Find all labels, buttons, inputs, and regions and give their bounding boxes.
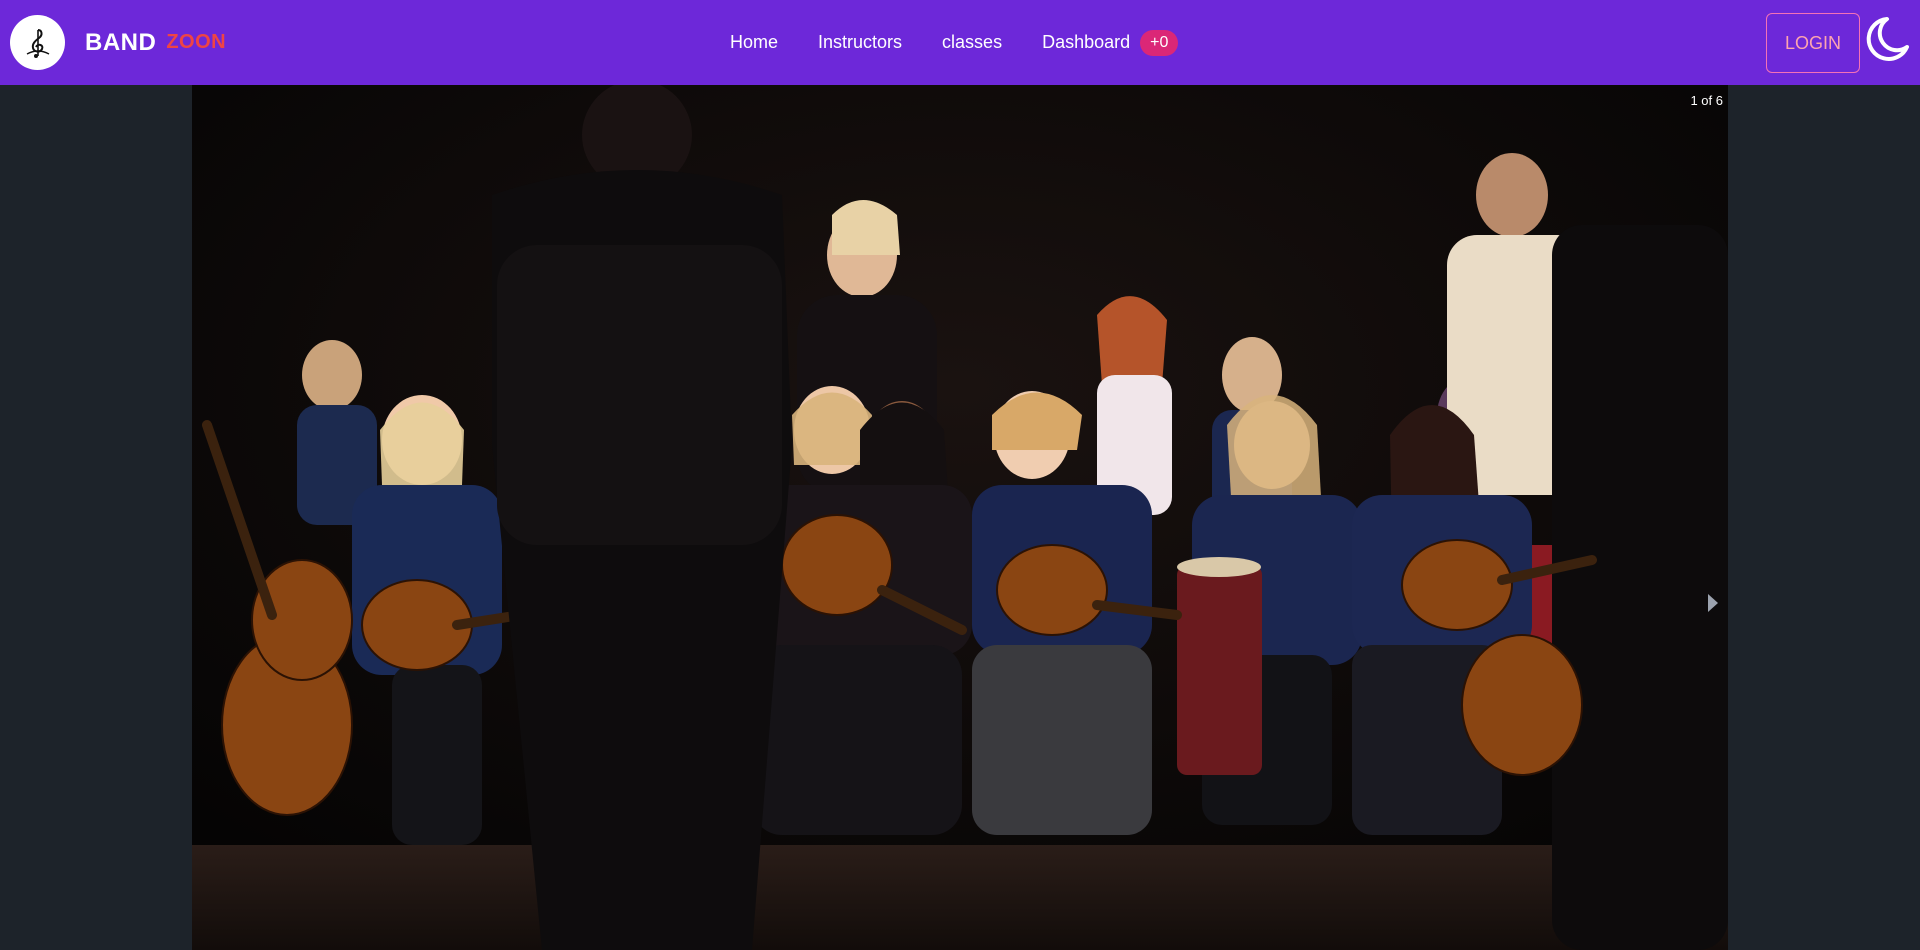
brand-name-secondary: ZOON: [166, 31, 227, 53]
nav-classes[interactable]: classes: [942, 32, 1002, 53]
carousel-next-arrow-icon[interactable]: [1706, 590, 1720, 616]
carousel-photo: [192, 85, 1728, 950]
band-logo-icon: [10, 15, 65, 70]
nav-dashboard-label: Dashboard: [1042, 32, 1131, 52]
brand[interactable]: BAND ZOON: [10, 15, 226, 70]
cart-count-badge: +0: [1140, 29, 1179, 56]
login-button-label: LOGIN: [1784, 32, 1841, 53]
image-carousel: 1 of 6: [192, 85, 1728, 950]
main-nav: Home Instructors classes Dashboard +0: [730, 0, 1179, 85]
slide-counter: 1 of 6: [1690, 93, 1723, 108]
nav-instructors[interactable]: Instructors: [818, 32, 902, 53]
nav-home[interactable]: Home: [730, 32, 778, 53]
top-navbar: BAND ZOON Home Instructors classes Dashb…: [0, 0, 1920, 85]
brand-name-primary: BAND: [85, 28, 157, 56]
login-button[interactable]: LOGIN: [1766, 13, 1860, 73]
nav-dashboard[interactable]: Dashboard +0: [1042, 29, 1179, 56]
dark-mode-moon-icon[interactable]: [1863, 15, 1911, 65]
